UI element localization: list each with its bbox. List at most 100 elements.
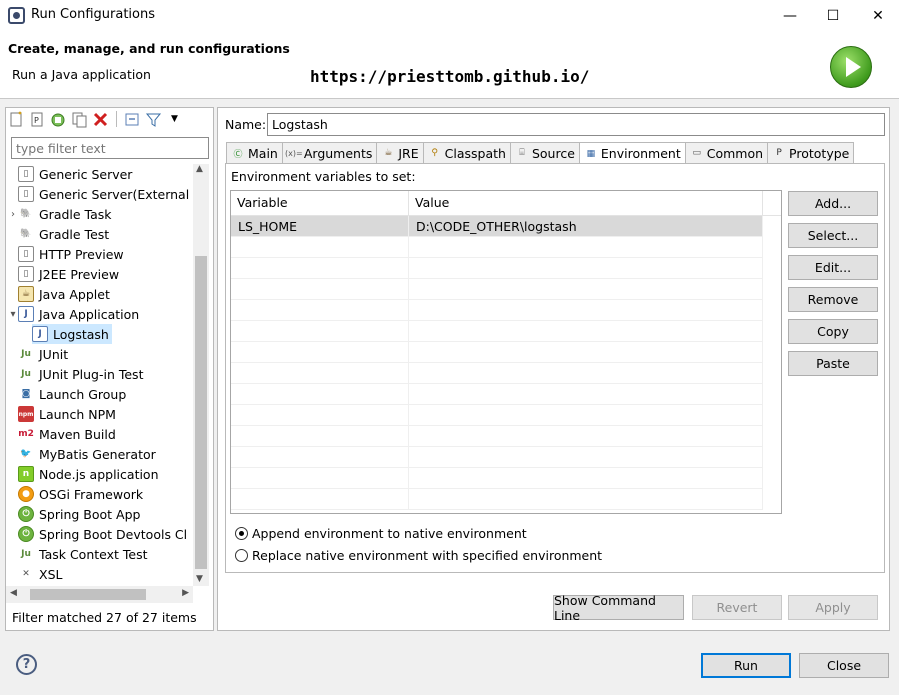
- chevron-down-icon[interactable]: ▼: [166, 111, 183, 128]
- table-row[interactable]: LS_HOME D:\CODE_OTHER\logstash: [231, 216, 763, 237]
- help-icon[interactable]: ?: [16, 654, 37, 675]
- tab-classpath[interactable]: ⚲ Classpath: [422, 142, 511, 163]
- tree-item[interactable]: ◙ Launch Group: [18, 384, 127, 404]
- revert-button[interactable]: Revert: [692, 595, 782, 620]
- scroll-up-icon[interactable]: ▲: [196, 164, 203, 174]
- junit-icon: Ju: [21, 349, 31, 359]
- maximize-button[interactable]: ☐: [810, 0, 856, 31]
- tree-item[interactable]: ▯ Generic Server: [18, 164, 132, 184]
- close-button[interactable]: Close: [799, 653, 889, 678]
- tab-common[interactable]: ▭ Common: [684, 142, 769, 163]
- add-button[interactable]: Add...: [788, 191, 878, 216]
- tree-item[interactable]: ▯ HTTP Preview: [18, 244, 124, 264]
- expanded-chevron-icon[interactable]: ▾: [6, 309, 20, 320]
- replace-env-radio[interactable]: Replace native environment with specifie…: [235, 548, 602, 563]
- tree-item-label: OSGi Framework: [39, 486, 144, 502]
- tree-item-label: Node.js application: [39, 466, 159, 482]
- tree-item-label: J2EE Preview: [39, 266, 120, 282]
- name-label: Name:: [225, 117, 267, 132]
- tab-main[interactable]: Ⓒ Main: [226, 142, 283, 163]
- tree-item[interactable]: ✕ XSL: [18, 564, 62, 584]
- export-icon[interactable]: [50, 111, 67, 128]
- source-icon: ⌸: [519, 148, 525, 158]
- tree-item-label: XSL: [39, 566, 63, 582]
- table-row: [231, 342, 763, 363]
- tab-jre[interactable]: ☕ JRE: [376, 142, 424, 163]
- new-config-icon[interactable]: [8, 110, 25, 128]
- launch-group-icon: ◙: [21, 389, 31, 399]
- filter-input[interactable]: [11, 137, 209, 159]
- tree-item[interactable]: npm Launch NPM: [18, 404, 116, 424]
- tree-item[interactable]: Ju JUnit Plug-in Test: [18, 364, 143, 384]
- tree-item-label: Spring Boot App: [39, 506, 141, 522]
- paste-button[interactable]: Paste: [788, 351, 878, 376]
- gradle-icon: 🐘: [20, 229, 32, 239]
- tree-item-label: JUnit Plug-in Test: [39, 366, 144, 382]
- tree-item[interactable]: Ju Task Context Test: [18, 544, 148, 564]
- scroll-down-icon[interactable]: ▼: [196, 574, 203, 584]
- collapse-all-icon[interactable]: [124, 111, 141, 128]
- tree-item[interactable]: ☕ Java Applet: [18, 284, 110, 304]
- duplicate-icon[interactable]: [71, 111, 88, 128]
- prototype-icon: P: [776, 148, 782, 158]
- tree-item[interactable]: 🐘 Gradle Test: [18, 224, 109, 244]
- close-window-button[interactable]: ✕: [855, 0, 899, 31]
- select-button[interactable]: Select...: [788, 223, 878, 248]
- run-button[interactable]: Run: [701, 653, 791, 678]
- scroll-right-icon[interactable]: ▶: [182, 588, 189, 598]
- value-cell: [409, 405, 763, 426]
- table-row: [231, 384, 763, 405]
- value-cell: [409, 279, 763, 300]
- tree-item[interactable]: ⏻ Spring Boot App: [18, 504, 140, 524]
- value-cell: [409, 447, 763, 468]
- minimize-button[interactable]: —: [767, 0, 813, 31]
- tree-item[interactable]: ▾ J Java Application: [10, 304, 139, 324]
- tree-item-label: Generic Server: [39, 166, 133, 182]
- column-header-value[interactable]: Value: [409, 191, 763, 216]
- append-env-radio[interactable]: Append environment to native environment: [235, 526, 527, 541]
- tab-source[interactable]: ⌸ Source: [509, 142, 580, 163]
- tree-item[interactable]: 🐦 MyBatis Generator: [18, 444, 155, 464]
- edit-button[interactable]: Edit...: [788, 255, 878, 280]
- filter-status: Filter matched 27 of 27 items: [12, 610, 197, 625]
- filter-icon[interactable]: [145, 111, 162, 128]
- tree-item[interactable]: › 🐘 Gradle Task: [11, 204, 112, 224]
- tree-item[interactable]: n Node.js application: [18, 464, 159, 484]
- delete-icon[interactable]: [92, 111, 109, 128]
- new-prototype-icon[interactable]: P: [29, 111, 46, 128]
- copy-button[interactable]: Copy: [788, 319, 878, 344]
- tree-horizontal-scroll-thumb[interactable]: [30, 589, 146, 600]
- junit-icon: Ju: [21, 549, 31, 559]
- remove-button[interactable]: Remove: [788, 287, 878, 312]
- table-row: [231, 237, 763, 258]
- tree-vertical-scroll-thumb[interactable]: [195, 256, 207, 569]
- spring-icon: ⏻: [18, 526, 34, 542]
- tab-arguments[interactable]: (x)= Arguments: [281, 142, 378, 163]
- tree-item[interactable]: ● OSGi Framework: [18, 484, 143, 504]
- tree-item[interactable]: ▯ J2EE Preview: [18, 264, 119, 284]
- show-command-line-button[interactable]: Show Command Line: [553, 593, 684, 623]
- apply-button[interactable]: Apply: [788, 595, 878, 620]
- value-cell: D:\CODE_OTHER\logstash: [409, 216, 763, 237]
- tree-item[interactable]: ▯ Generic Server(External: [18, 184, 189, 204]
- scroll-left-icon[interactable]: ◀: [10, 588, 17, 598]
- main-tab-icon: Ⓒ: [233, 149, 243, 160]
- tree-item[interactable]: ⏻ Spring Boot Devtools Cl: [18, 524, 187, 544]
- window-title: Run Configurations: [31, 7, 155, 22]
- tree-item[interactable]: J Logstash: [32, 324, 112, 344]
- tree-item[interactable]: Ju JUnit: [18, 344, 68, 364]
- tab-environment[interactable]: ▦ Environment: [578, 142, 686, 164]
- collapsed-chevron-icon[interactable]: ›: [6, 209, 20, 220]
- tree-item-label: Task Context Test: [39, 546, 148, 562]
- tree-item[interactable]: m2 Maven Build: [18, 424, 116, 444]
- junit-icon: Ju: [21, 369, 31, 379]
- name-field[interactable]: [267, 113, 885, 136]
- svg-text:P: P: [34, 116, 39, 125]
- tab-prototype[interactable]: P Prototype: [767, 142, 855, 163]
- radio-unselected-icon: [235, 549, 248, 562]
- value-cell: [409, 237, 763, 258]
- column-header-variable[interactable]: Variable: [231, 191, 409, 216]
- value-cell: [409, 363, 763, 384]
- table-row: [231, 447, 763, 468]
- variable-cell: [231, 258, 409, 279]
